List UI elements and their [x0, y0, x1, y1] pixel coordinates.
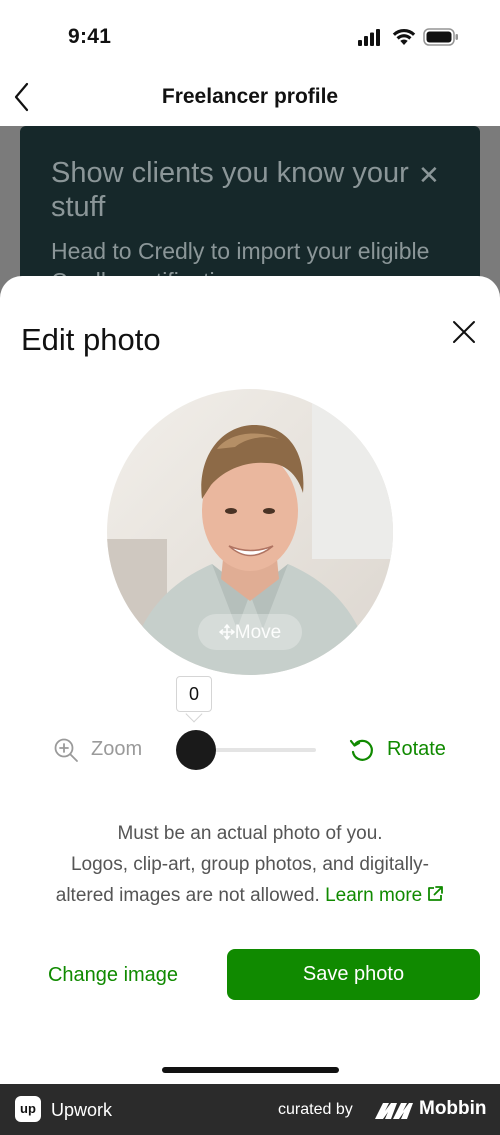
zoom-in-icon [54, 738, 78, 762]
signal-icon [358, 29, 380, 46]
photo-guidelines: Must be an actual photo of you. Logos, c… [0, 818, 500, 911]
wifi-icon [392, 28, 416, 45]
banner-title: Show clients you know your stuff [51, 157, 409, 223]
page-title: Freelancer profile [161, 85, 339, 108]
rotate-icon[interactable] [348, 736, 376, 764]
zoom-value-tooltip: 0 [176, 676, 212, 712]
upwork-logo: up [15, 1096, 41, 1122]
zoom-label: Zoom [91, 738, 143, 760]
status-time: 9:41 [68, 25, 112, 48]
learn-more-link[interactable]: Learn more [325, 885, 444, 906]
save-photo-button[interactable]: Save photo [227, 949, 480, 1000]
learn-more-label[interactable]: Learn more [325, 885, 422, 906]
mobbin-brand: Mobbin [419, 1098, 487, 1119]
move-label: Move [234, 622, 282, 643]
external-link-icon [428, 886, 444, 901]
home-indicator [162, 1067, 339, 1073]
curated-by-label: curated by [278, 1101, 353, 1118]
app-name: Upwork [51, 1100, 113, 1120]
sheet-title: Edit photo [21, 322, 161, 357]
mobbin-logo-icon [375, 1103, 413, 1119]
battery-icon [423, 28, 458, 46]
rotate-button[interactable]: Rotate [387, 738, 446, 761]
move-icon [218, 624, 235, 640]
banner-close-icon[interactable]: ✕ [418, 160, 440, 191]
notice-line-3-row: altered images are not allowed. Learn mo… [0, 880, 500, 911]
close-icon[interactable] [450, 318, 478, 346]
notice-line-1: Must be an actual photo of you. [117, 823, 383, 844]
notice-line-3: altered images are not allowed. [55, 885, 320, 906]
zoom-slider-thumb[interactable] [176, 730, 216, 770]
notice-line-2: Logos, clip-art, group photos, and digit… [70, 854, 430, 875]
move-label-row: Move [198, 622, 302, 644]
change-image-button[interactable]: Change image [32, 950, 194, 1000]
